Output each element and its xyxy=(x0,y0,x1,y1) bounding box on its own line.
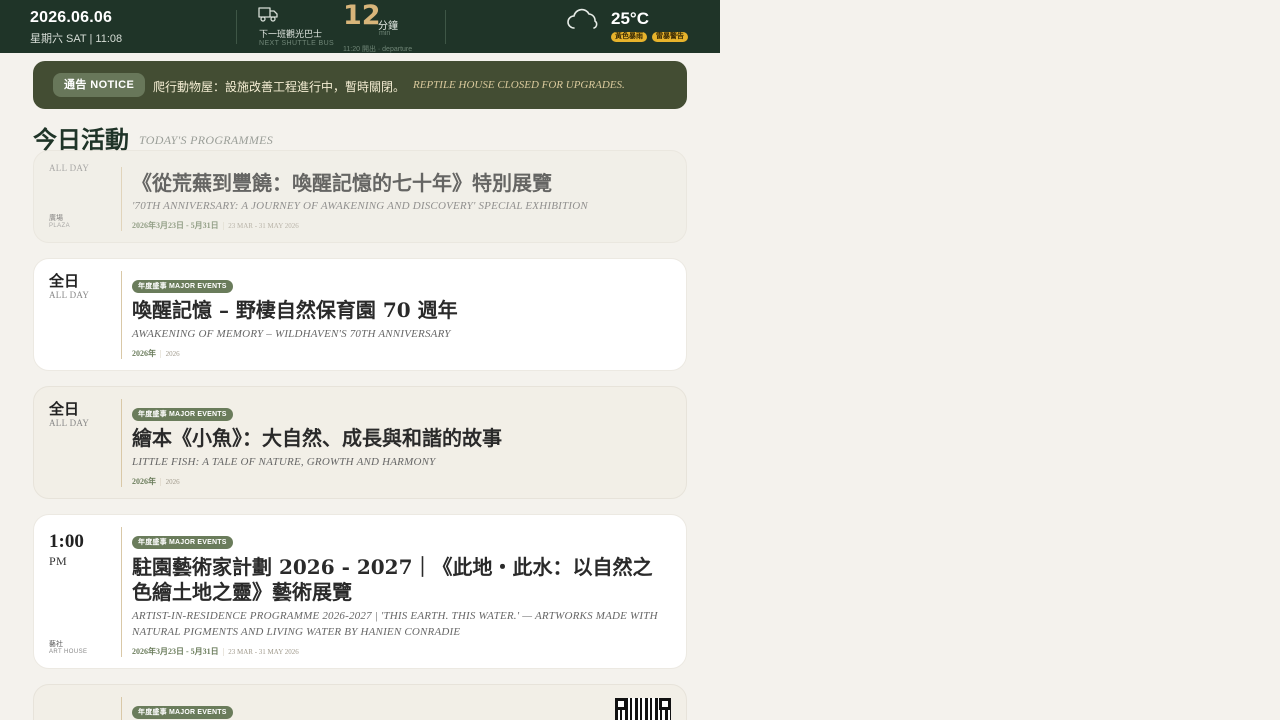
programme-dates-zh: 2026年 xyxy=(132,477,156,486)
programme-card[interactable]: ALL DAY 廣場 PLAZA 《從荒蕪到豐饒：喚醒記憶的七十年》特別展覽 '… xyxy=(33,150,687,243)
programme-time-ampm: PM xyxy=(49,554,67,568)
programme-title-en: ARTIST-IN-RESIDENCE PROGRAMME 2026-2027 … xyxy=(132,610,658,638)
notice-text-zh: 爬行動物屋：設施改善工程進行中，暫時關閉。 xyxy=(153,80,406,94)
next-bus-label: 下一班觀光巴士 xyxy=(259,29,323,39)
programme-dates-en: 23 MAR - 31 MAY 2026 xyxy=(228,648,299,656)
weekday-time: 星期六 SAT | 11:08 xyxy=(30,33,123,45)
major-events-badge: 年度盛事 MAJOR EVENTS xyxy=(132,706,233,719)
kiosk-screen: 2026.06.06 星期六 SAT | 11:08 下一班觀光巴士 NEXT … xyxy=(0,0,720,720)
programme-dates: 2026年 | 2026 xyxy=(132,349,180,358)
programme-location-en: PLAZA xyxy=(49,223,71,229)
card-divider xyxy=(121,697,122,720)
programme-card[interactable]: 1:00 PM 藝社 ART HOUSE 年度盛事 MAJOR EVENTS 駐… xyxy=(33,514,687,669)
programme-dates-en: 2026 xyxy=(165,478,180,486)
header-bar: 2026.06.06 星期六 SAT | 11:08 下一班觀光巴士 NEXT … xyxy=(0,0,720,53)
programme-time-en: ALL DAY xyxy=(49,163,90,173)
programme-card[interactable]: 全日 ALL DAY 年度盛事 MAJOR EVENTS 繪本《小魚》：大自然、… xyxy=(33,386,687,499)
programme-location-zh: 廣場 xyxy=(49,215,63,222)
header-divider xyxy=(236,10,237,44)
current-date: 2026.06.06 xyxy=(30,9,113,26)
programme-location-en: ART HOUSE xyxy=(49,649,88,655)
major-events-badge: 年度盛事 MAJOR EVENTS xyxy=(132,280,233,293)
bus-minutes-unit-en: min xyxy=(379,30,391,37)
section-subtitle: TODAY'S PROGRAMMES xyxy=(139,133,274,147)
shuttle-bus-icon xyxy=(258,7,278,22)
programme-title-zh: 繪本《小魚》：大自然、成長與和諧的故事 xyxy=(132,426,502,450)
rainstorm-warning-badge: 黃色暴雨 xyxy=(611,32,647,42)
bus-minutes: 12 xyxy=(343,0,381,31)
programme-location-zh: 藝社 xyxy=(49,641,63,648)
programme-card[interactable]: 全日 ALL DAY 年度盛事 MAJOR EVENTS 喚醒記憶 – 野棲自然… xyxy=(33,258,687,371)
cloud-icon xyxy=(567,8,598,29)
programme-time-zh: 全日 xyxy=(49,272,80,290)
programme-title-en: '70TH ANNIVERSARY: A JOURNEY OF AWAKENIN… xyxy=(132,200,588,212)
card-divider xyxy=(121,167,122,231)
programme-dates-zh: 2026年3月23日 - 5月31日 xyxy=(132,221,219,230)
notice-badge: 通告 NOTICE xyxy=(53,73,146,97)
programme-title-zh: 《從荒蕪到豐饒：喚醒記憶的七十年》特別展覽 xyxy=(132,171,552,195)
programme-time-en: ALL DAY xyxy=(49,418,90,428)
notice-text-en: REPTILE HOUSE CLOSED FOR UPGRADES. xyxy=(413,79,625,91)
programme-dates-zh: 2026年 xyxy=(132,349,156,358)
programme-dates-en: 2026 xyxy=(165,350,180,358)
next-bus-sublabel: NEXT SHUTTLE BUS xyxy=(259,40,335,47)
programme-time: 1:00 xyxy=(49,531,84,552)
major-events-badge: 年度盛事 MAJOR EVENTS xyxy=(132,536,233,549)
programme-title-en: LITTLE FISH: A TALE OF NATURE, GROWTH AN… xyxy=(132,456,436,468)
card-divider xyxy=(121,399,122,487)
bus-departure: 11:20 開出 · departure xyxy=(343,46,413,53)
programme-dates-zh: 2026年3月23日 - 5月31日 xyxy=(132,647,219,656)
programme-title-en: AWAKENING OF MEMORY – WILDHAVEN'S 70TH A… xyxy=(132,328,451,340)
card-divider xyxy=(121,271,122,359)
programme-dates: 2026年3月23日 - 5月31日 | 23 MAR - 31 MAY 2026 xyxy=(132,221,299,230)
programme-title-zh: 駐園藝術家計劃 2026 - 2027｜《此地・此水：以自然之色繪土地之靈》藝術… xyxy=(132,555,653,604)
programme-time-zh: 全日 xyxy=(49,400,80,418)
temperature: 25°C xyxy=(611,9,649,28)
header-divider xyxy=(445,10,446,44)
major-events-badge: 年度盛事 MAJOR EVENTS xyxy=(132,408,233,421)
card-divider xyxy=(121,527,122,657)
qr-code[interactable] xyxy=(615,698,671,720)
programme-dates-en: 23 MAR - 31 MAY 2026 xyxy=(228,222,299,230)
thunderstorm-warning-badge: 雷暴警告 xyxy=(652,32,688,42)
programme-time-en: ALL DAY xyxy=(49,290,90,300)
programme-title-zh: 喚醒記憶 – 野棲自然保育園 70 週年 xyxy=(132,298,458,322)
notice-banner: 通告 NOTICE 爬行動物屋：設施改善工程進行中，暫時關閉。 REPTILE … xyxy=(33,61,687,109)
programme-dates: 2026年 | 2026 xyxy=(132,477,180,486)
programme-dates: 2026年3月23日 - 5月31日 | 23 MAR - 31 MAY 2026 xyxy=(132,647,299,656)
programme-card[interactable]: 年度盛事 MAJOR EVENTS xyxy=(33,684,687,720)
